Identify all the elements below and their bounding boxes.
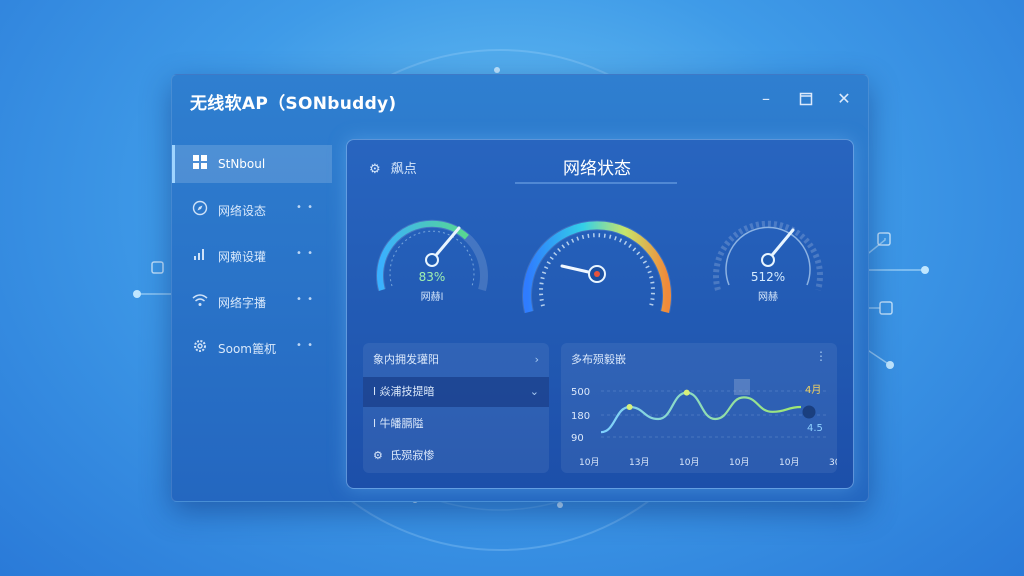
data-point: [683, 389, 690, 396]
app-title: 无线软AP（SONbuddy): [190, 94, 397, 114]
sidebar-item-label: 网赖设瓘: [218, 249, 267, 264]
signal-bars-icon: [190, 246, 210, 266]
compass-icon: [190, 200, 210, 220]
gauge-1-label: 网赫l: [420, 292, 444, 303]
gauge-1: 83% 网赫l: [367, 200, 497, 320]
y-tick-label: 180: [571, 411, 590, 422]
sidebar: StNboul 网络设态 • • 网赖设瓘 • • 网络字播 • • Soom篦…: [172, 145, 332, 375]
gauge-3-label: 网赫: [758, 292, 778, 303]
list-item[interactable]: l 焱浦技提暗 ⌄: [363, 377, 549, 407]
gauge-1-dial: [376, 219, 488, 292]
list-item-label: l 牛皤膈隘: [373, 417, 424, 430]
more-dots[interactable]: • •: [296, 248, 314, 259]
settings-gear-icon: ⚙: [369, 162, 381, 177]
line-chart: 500 180 90 10月 13月 10月 10月 10月 30月 4月 4.5: [571, 379, 837, 468]
maximize-icon[interactable]: [794, 87, 818, 111]
sidebar-item-label: StNboul: [218, 157, 266, 171]
gauge-3-value: 512%: [750, 270, 786, 284]
sidebar-item-0[interactable]: StNboul: [172, 145, 332, 183]
panel-title: 网络状态: [563, 159, 631, 179]
list-item-label: 氐殒寂惨: [390, 449, 435, 462]
panel-settings[interactable]: ⚙ 飙点: [369, 158, 417, 177]
sidebar-item-label: Soom篦杌: [218, 341, 276, 356]
gauge-2: [517, 200, 677, 320]
more-dots[interactable]: • •: [296, 294, 314, 305]
chevron-down-icon: ⌄: [529, 385, 539, 398]
sidebar-item-4[interactable]: Soom篦杌 • •: [172, 329, 332, 367]
x-tick-label: 10月: [679, 457, 699, 468]
panel-settings-label: 飙点: [390, 162, 417, 177]
settings-list: 象内拥发瓘阳 › l 焱浦技提暗 ⌄ l 牛皤膈隘 ⚙ 氐殒寂惨: [363, 343, 549, 473]
series-line: [600, 391, 802, 434]
sidebar-item-3[interactable]: 网络字播 • •: [172, 283, 332, 321]
x-tick-label: 10月: [779, 457, 799, 468]
chevron-right-icon: ›: [534, 353, 539, 366]
list-item[interactable]: ⚙ 氐殒寂惨: [363, 441, 549, 471]
sidebar-item-2[interactable]: 网赖设瓘 • •: [172, 237, 332, 275]
sidebar-item-label: 网络设态: [218, 203, 267, 218]
minimize-icon[interactable]: –: [754, 87, 778, 111]
sidebar-item-label: 网络字播: [218, 295, 267, 310]
x-tick-label: 10月: [579, 457, 599, 468]
data-point: [626, 404, 633, 410]
list-item[interactable]: l 牛皤膈隘: [363, 409, 549, 439]
list-item-label: 象内拥发瓘阳: [373, 353, 439, 366]
gauge-1-value: 83%: [418, 270, 446, 284]
x-tick-label: 30月: [829, 457, 837, 468]
list-item[interactable]: 象内拥发瓘阳 ›: [363, 345, 549, 375]
x-tick-label: 13月: [629, 457, 649, 468]
title-underline: [515, 182, 677, 184]
more-dots[interactable]: • •: [296, 202, 314, 213]
sidebar-item-1[interactable]: 网络设态 • •: [172, 191, 332, 229]
title-bar[interactable]: 无线软AP（SONbuddy) – ✕: [172, 75, 868, 125]
gear-icon: [190, 338, 210, 358]
annotation-label: 4.5: [807, 423, 823, 434]
gauge-2-dial: [522, 220, 672, 314]
more-dots[interactable]: • •: [296, 340, 314, 351]
y-tick-label: 500: [571, 387, 590, 398]
chart-card: 多布殒毅嵌 ⋮ 5001809010月13月10月10月10月30月4月4.5: [561, 343, 837, 473]
gauge-3-dial: [713, 220, 823, 291]
highlight-marker: [734, 379, 750, 395]
list-item-label: l 焱浦技提暗: [373, 385, 435, 398]
close-icon[interactable]: ✕: [832, 87, 856, 111]
y-tick-label: 90: [571, 433, 584, 444]
end-point: [802, 405, 816, 419]
gauge-3: 512% 网赫: [703, 200, 833, 320]
shield-icon: ⚙: [373, 449, 383, 462]
network-status-panel: ⚙ 飙点 网络状态 83% 网赫l 512% 网赫 象内拥发瓘阳 › l 焱浦技…: [346, 139, 854, 489]
annotation-label: 4月: [805, 384, 821, 396]
grid-icon: [190, 154, 210, 174]
wifi-icon: [190, 292, 210, 312]
x-tick-label: 10月: [729, 457, 749, 468]
